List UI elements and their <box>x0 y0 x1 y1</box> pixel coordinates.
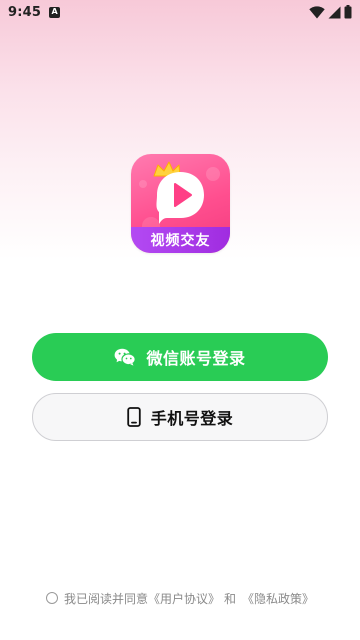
status-time: 9:45 <box>8 4 42 20</box>
wechat-login-label: 微信账号登录 <box>146 349 246 368</box>
status-right <box>309 5 352 19</box>
agreement-prefix: 我已阅读并同意 <box>63 591 148 606</box>
wifi-icon <box>309 5 325 18</box>
privacy-policy-link[interactable]: 《隐私政策》 <box>242 590 314 607</box>
phone-login-button[interactable]: 手机号登录 <box>32 393 328 441</box>
phone-login-label: 手机号登录 <box>150 409 234 428</box>
battery-icon <box>344 5 352 19</box>
agreement-and: 和 <box>224 591 237 606</box>
app-logo-label: 视频交友 <box>150 233 211 249</box>
wechat-icon <box>115 348 137 366</box>
agreement-checkbox[interactable] <box>45 592 58 604</box>
agreement-row: 我已阅读并同意 《用户协议》 和 《隐私政策》 <box>0 588 360 608</box>
wechat-login-button[interactable]: 微信账号登录 <box>32 333 328 381</box>
phone-icon <box>127 407 141 427</box>
notification-icon: A <box>49 6 61 18</box>
user-agreement-link[interactable]: 《用户协议》 <box>148 590 220 607</box>
app-logo-band: 视频交友 <box>131 227 230 253</box>
app-logo: 视频交友 <box>131 154 230 253</box>
status-bar: 9:45 A <box>0 0 360 24</box>
cellular-signal-icon <box>328 6 341 18</box>
status-left: 9:45 A <box>8 4 61 20</box>
